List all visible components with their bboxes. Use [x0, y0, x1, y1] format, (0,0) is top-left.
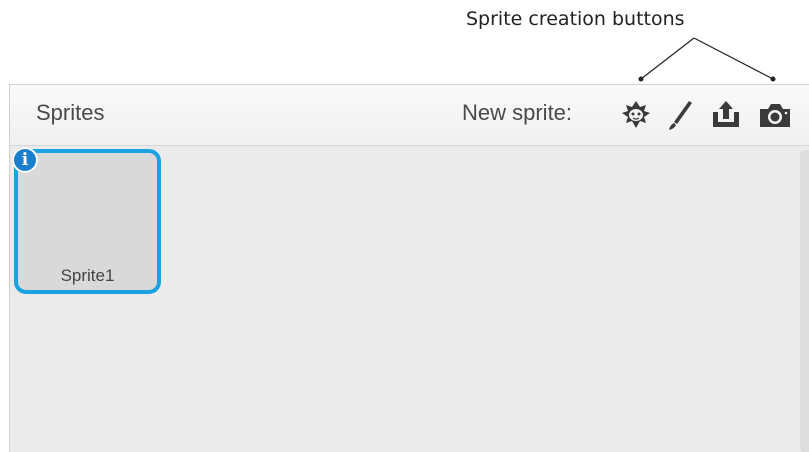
- sprites-pane: Sprites New sprite: i Sprite1: [9, 84, 809, 452]
- vertical-scrollbar[interactable]: [800, 150, 809, 452]
- upload-icon: [713, 101, 739, 127]
- sprite-list: i Sprite1: [10, 146, 809, 452]
- pointer-dot-right: [770, 76, 776, 82]
- camera-icon: [760, 104, 790, 127]
- paintbrush-icon: [669, 101, 692, 130]
- sprite-tile-selected[interactable]: i Sprite1: [12, 147, 161, 294]
- paint-new-sprite-button[interactable]: [660, 95, 700, 135]
- info-icon[interactable]: i: [12, 147, 38, 173]
- choose-sprite-from-library-button[interactable]: [616, 95, 656, 135]
- sprites-pane-header: Sprites New sprite:: [10, 85, 809, 146]
- new-sprite-label: New sprite:: [462, 100, 573, 125]
- screenshot-stage: Sprite creation buttons Sprites New spri…: [0, 0, 809, 452]
- new-sprite-from-camera-button[interactable]: [755, 95, 795, 135]
- pointer-line-right: [693, 37, 774, 80]
- sprite-name: Sprite1: [60, 266, 115, 285]
- pointer-dot-left: [638, 76, 644, 82]
- pointer-line-left: [640, 37, 695, 80]
- annotation-label: Sprite creation buttons: [466, 8, 685, 30]
- sprites-pane-title: Sprites: [36, 100, 105, 125]
- sprite-library-icon: [622, 101, 650, 128]
- upload-sprite-button[interactable]: [706, 95, 746, 135]
